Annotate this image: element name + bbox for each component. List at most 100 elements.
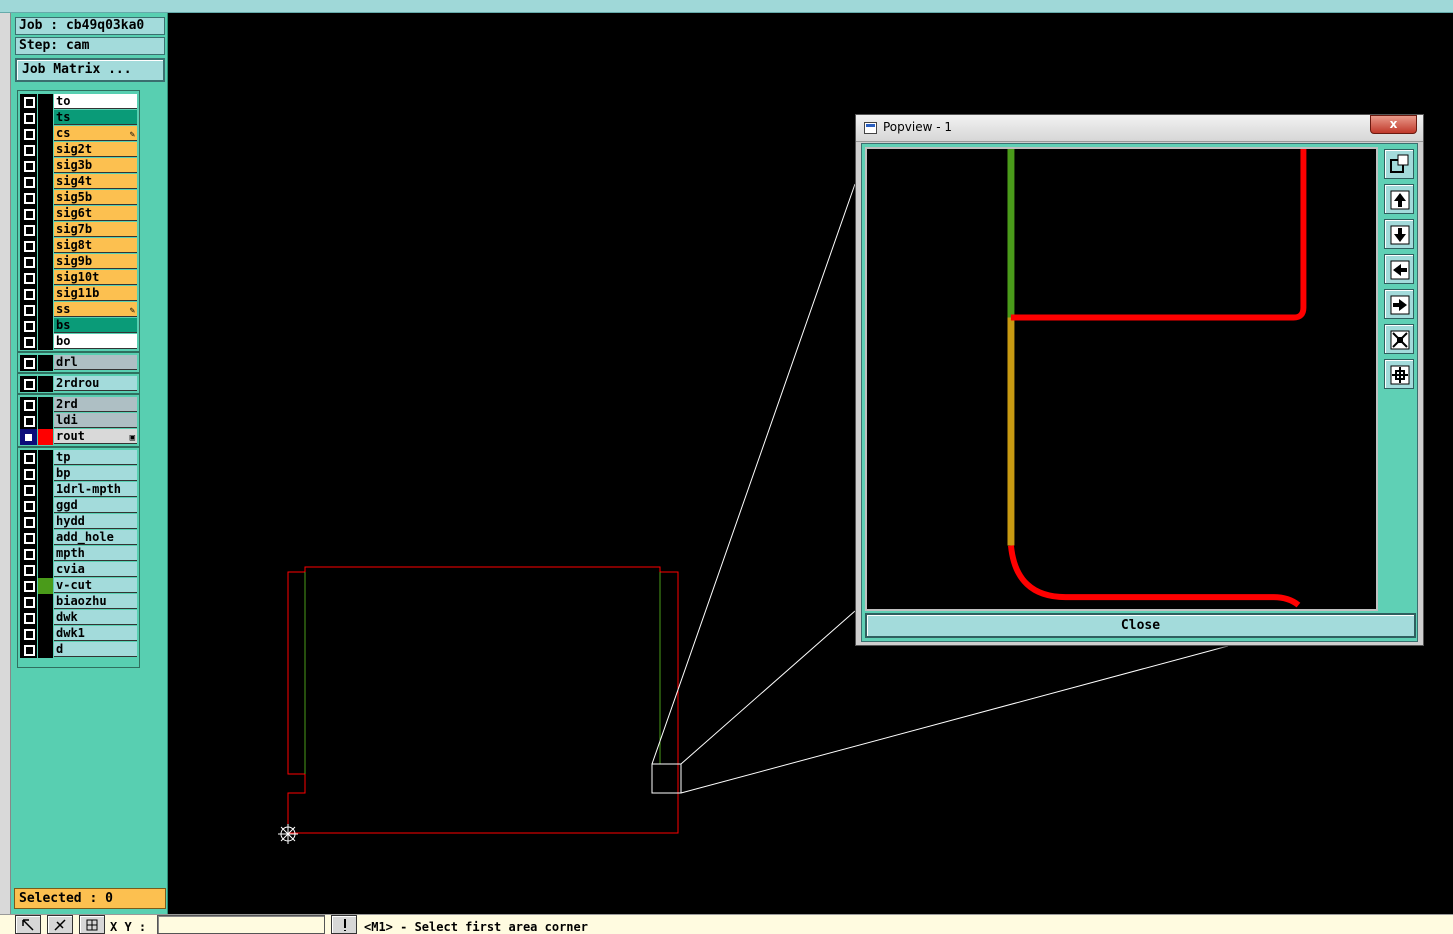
layer-color-swatch[interactable]: [38, 222, 53, 238]
layer-row-bo[interactable]: bo: [20, 334, 138, 350]
layer-checkbox[interactable]: [20, 546, 37, 562]
layer-name[interactable]: cvia: [54, 562, 137, 577]
pan-left-button[interactable]: [1384, 254, 1414, 284]
layer-color-swatch[interactable]: [38, 514, 53, 530]
measure-mode-button[interactable]: [47, 915, 73, 934]
layer-checkbox[interactable]: [20, 318, 37, 334]
layer-name[interactable]: tp: [54, 450, 137, 465]
layer-color-swatch[interactable]: [38, 530, 53, 546]
layer-name[interactable]: sig2t: [54, 142, 137, 157]
layer-checkbox[interactable]: [20, 222, 37, 238]
snap-mode-button[interactable]: [79, 915, 105, 934]
layer-checkbox[interactable]: [20, 158, 37, 174]
pan-right-button[interactable]: [1384, 289, 1414, 319]
layer-name[interactable]: sig6t: [54, 206, 137, 221]
layer-color-swatch[interactable]: [38, 355, 53, 371]
layer-row-ss[interactable]: ss ✎: [20, 302, 138, 318]
layer-color-swatch[interactable]: [38, 466, 53, 482]
layer-color-swatch[interactable]: [38, 413, 53, 429]
layer-color-swatch[interactable]: [38, 626, 53, 642]
close-button[interactable]: Close: [865, 613, 1416, 638]
info-button[interactable]: [331, 915, 357, 934]
layer-checkbox[interactable]: [20, 450, 37, 466]
layer-color-swatch[interactable]: [38, 206, 53, 222]
layer-checkbox[interactable]: [20, 334, 37, 350]
layer-row-1drl-mpth[interactable]: 1drl-mpth: [20, 482, 138, 498]
layer-checkbox[interactable]: [20, 642, 37, 658]
layer-name[interactable]: ss ✎: [54, 302, 137, 317]
layer-color-swatch[interactable]: [38, 190, 53, 206]
layer-color-swatch[interactable]: [38, 610, 53, 626]
layer-color-swatch[interactable]: [38, 376, 53, 392]
layer-color-swatch[interactable]: [38, 546, 53, 562]
layer-row-hydd[interactable]: hydd: [20, 514, 138, 530]
layer-row-cs[interactable]: cs ✎: [20, 126, 138, 142]
layer-name[interactable]: 2rdrou: [54, 376, 137, 391]
layer-name[interactable]: sig9b: [54, 254, 137, 269]
layer-row-sig6t[interactable]: sig6t: [20, 206, 138, 222]
layer-name[interactable]: sig5b: [54, 190, 137, 205]
layer-checkbox[interactable]: [20, 254, 37, 270]
layer-row-sig10t[interactable]: sig10t: [20, 270, 138, 286]
layer-name[interactable]: drl: [54, 355, 137, 370]
layer-row-dwk[interactable]: dwk: [20, 610, 138, 626]
layer-checkbox[interactable]: [20, 562, 37, 578]
layer-checkbox[interactable]: [20, 110, 37, 126]
layer-row-sig4t[interactable]: sig4t: [20, 174, 138, 190]
layer-name[interactable]: sig11b: [54, 286, 137, 301]
xy-input[interactable]: [157, 915, 325, 934]
layer-name[interactable]: cs ✎: [54, 126, 137, 141]
layer-name[interactable]: dwk1: [54, 626, 137, 641]
layer-name[interactable]: to: [54, 94, 137, 109]
layer-name[interactable]: bo: [54, 334, 137, 349]
layer-checkbox[interactable]: [20, 142, 37, 158]
layer-row-sig2t[interactable]: sig2t: [20, 142, 138, 158]
layer-color-swatch[interactable]: [38, 318, 53, 334]
layer-row-sig3b[interactable]: sig3b: [20, 158, 138, 174]
layer-row-sig11b[interactable]: sig11b: [20, 286, 138, 302]
layer-name[interactable]: ggd: [54, 498, 137, 513]
layer-name[interactable]: hydd: [54, 514, 137, 529]
layer-row-rout[interactable]: rout ▣: [20, 429, 138, 445]
layer-row-sig5b[interactable]: sig5b: [20, 190, 138, 206]
layer-name[interactable]: ldi: [54, 413, 137, 428]
layer-name[interactable]: sig4t: [54, 174, 137, 189]
layer-name[interactable]: bp: [54, 466, 137, 481]
layer-checkbox[interactable]: [20, 355, 37, 371]
layer-color-swatch[interactable]: [38, 254, 53, 270]
layer-color-swatch[interactable]: [38, 158, 53, 174]
layer-row-v-cut[interactable]: v-cut: [20, 578, 138, 594]
layer-color-swatch[interactable]: [38, 238, 53, 254]
layer-checkbox[interactable]: [20, 610, 37, 626]
layer-row-tp[interactable]: tp: [20, 450, 138, 466]
layer-color-swatch[interactable]: [38, 142, 53, 158]
layer-color-swatch[interactable]: [38, 482, 53, 498]
layer-color-swatch[interactable]: [38, 126, 53, 142]
layer-row-bp[interactable]: bp: [20, 466, 138, 482]
layer-row-ggd[interactable]: ggd: [20, 498, 138, 514]
layer-checkbox[interactable]: [20, 126, 37, 142]
layer-checkbox[interactable]: [20, 482, 37, 498]
layer-row-d[interactable]: d: [20, 642, 138, 658]
layer-checkbox[interactable]: [20, 302, 37, 318]
layer-color-swatch[interactable]: [38, 642, 53, 658]
layer-name[interactable]: ts: [54, 110, 137, 125]
layer-checkbox[interactable]: [20, 397, 37, 413]
pan-down-button[interactable]: [1384, 219, 1414, 249]
layer-color-swatch[interactable]: [38, 498, 53, 514]
layer-row-dwk1[interactable]: dwk1: [20, 626, 138, 642]
layer-color-swatch[interactable]: [38, 286, 53, 302]
layer-row-ts[interactable]: ts: [20, 110, 138, 126]
select-mode-button[interactable]: [15, 915, 41, 934]
layer-name[interactable]: mpth: [54, 546, 137, 561]
layer-checkbox[interactable]: [20, 626, 37, 642]
zoom-window-button[interactable]: [1384, 149, 1414, 179]
layer-color-swatch[interactable]: [38, 429, 53, 445]
layer-name[interactable]: add_hole: [54, 530, 137, 545]
popview-window[interactable]: Popview - 1 x Close: [855, 114, 1424, 646]
layer-row-sig7b[interactable]: sig7b: [20, 222, 138, 238]
job-matrix-button[interactable]: Job Matrix ...: [15, 58, 165, 82]
layer-name[interactable]: sig3b: [54, 158, 137, 173]
layer-color-swatch[interactable]: [38, 110, 53, 126]
layer-row-ldi[interactable]: ldi: [20, 413, 138, 429]
